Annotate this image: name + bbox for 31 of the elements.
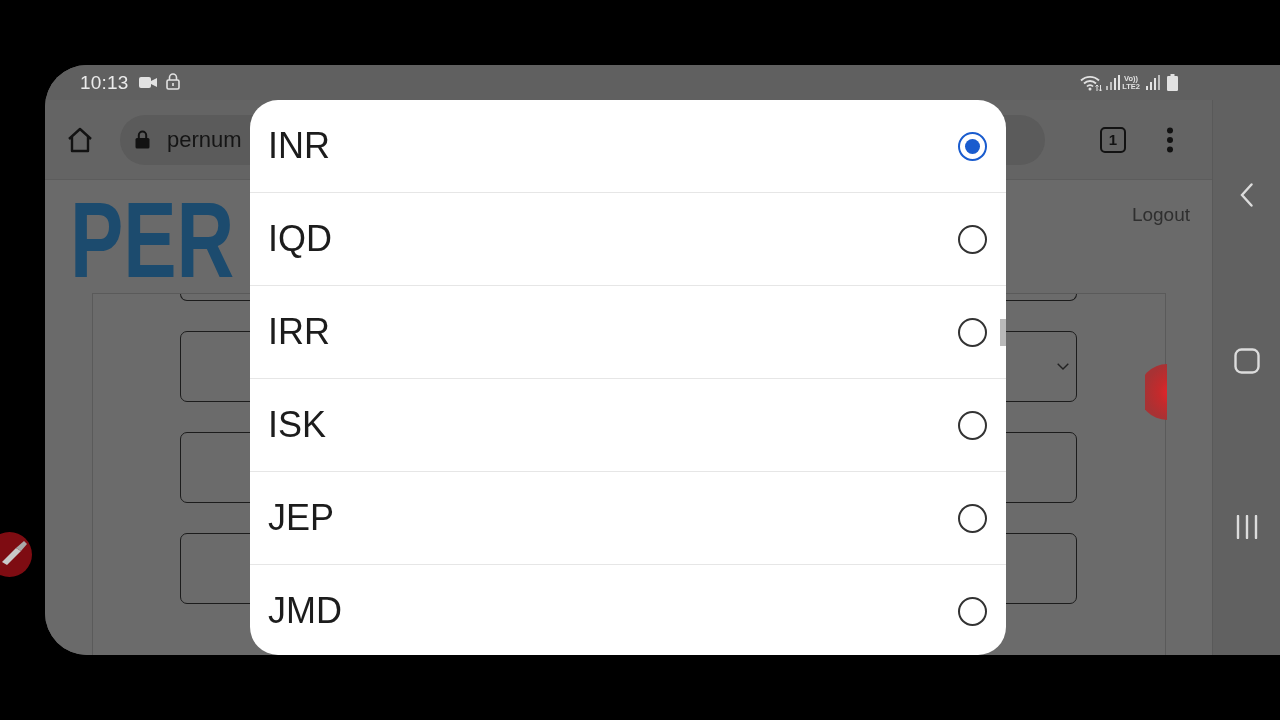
brush-icon[interactable] <box>0 532 32 577</box>
menu-icon[interactable] <box>1166 126 1174 153</box>
option-label[interactable]: INR <box>268 125 330 167</box>
radio-button[interactable] <box>958 410 987 440</box>
radio-button[interactable] <box>958 224 987 254</box>
radio-button[interactable] <box>958 596 987 626</box>
option-label[interactable]: ISK <box>268 404 327 446</box>
radio-button[interactable] <box>958 503 987 533</box>
video-camera-icon <box>138 77 157 88</box>
lock-icon <box>165 73 180 90</box>
option-label[interactable]: JMD <box>268 590 342 632</box>
home-icon[interactable] <box>67 126 93 153</box>
touch-point-icon <box>1145 363 1167 421</box>
url-text: pernum <box>167 126 242 153</box>
radio-button[interactable] <box>958 317 987 347</box>
option-label[interactable]: IQD <box>268 218 332 260</box>
logo: PER <box>70 186 235 294</box>
lock-icon <box>135 130 150 149</box>
battery-icon <box>1167 74 1178 91</box>
scrollbar-thumb[interactable] <box>1000 319 1006 346</box>
signal-icon <box>1146 75 1160 90</box>
wifi-icon <box>1080 74 1103 91</box>
status-time: 10:13 <box>80 71 129 94</box>
option-label[interactable]: JEP <box>268 497 335 539</box>
back-icon[interactable] <box>1240 183 1253 207</box>
home-button-icon[interactable] <box>1233 348 1260 374</box>
chevron-icon <box>1057 363 1069 370</box>
recent-apps-icon[interactable] <box>1235 515 1258 539</box>
option-label[interactable]: IRR <box>268 311 330 353</box>
radio-button[interactable] <box>958 131 987 161</box>
signal-icon <box>1106 75 1121 90</box>
